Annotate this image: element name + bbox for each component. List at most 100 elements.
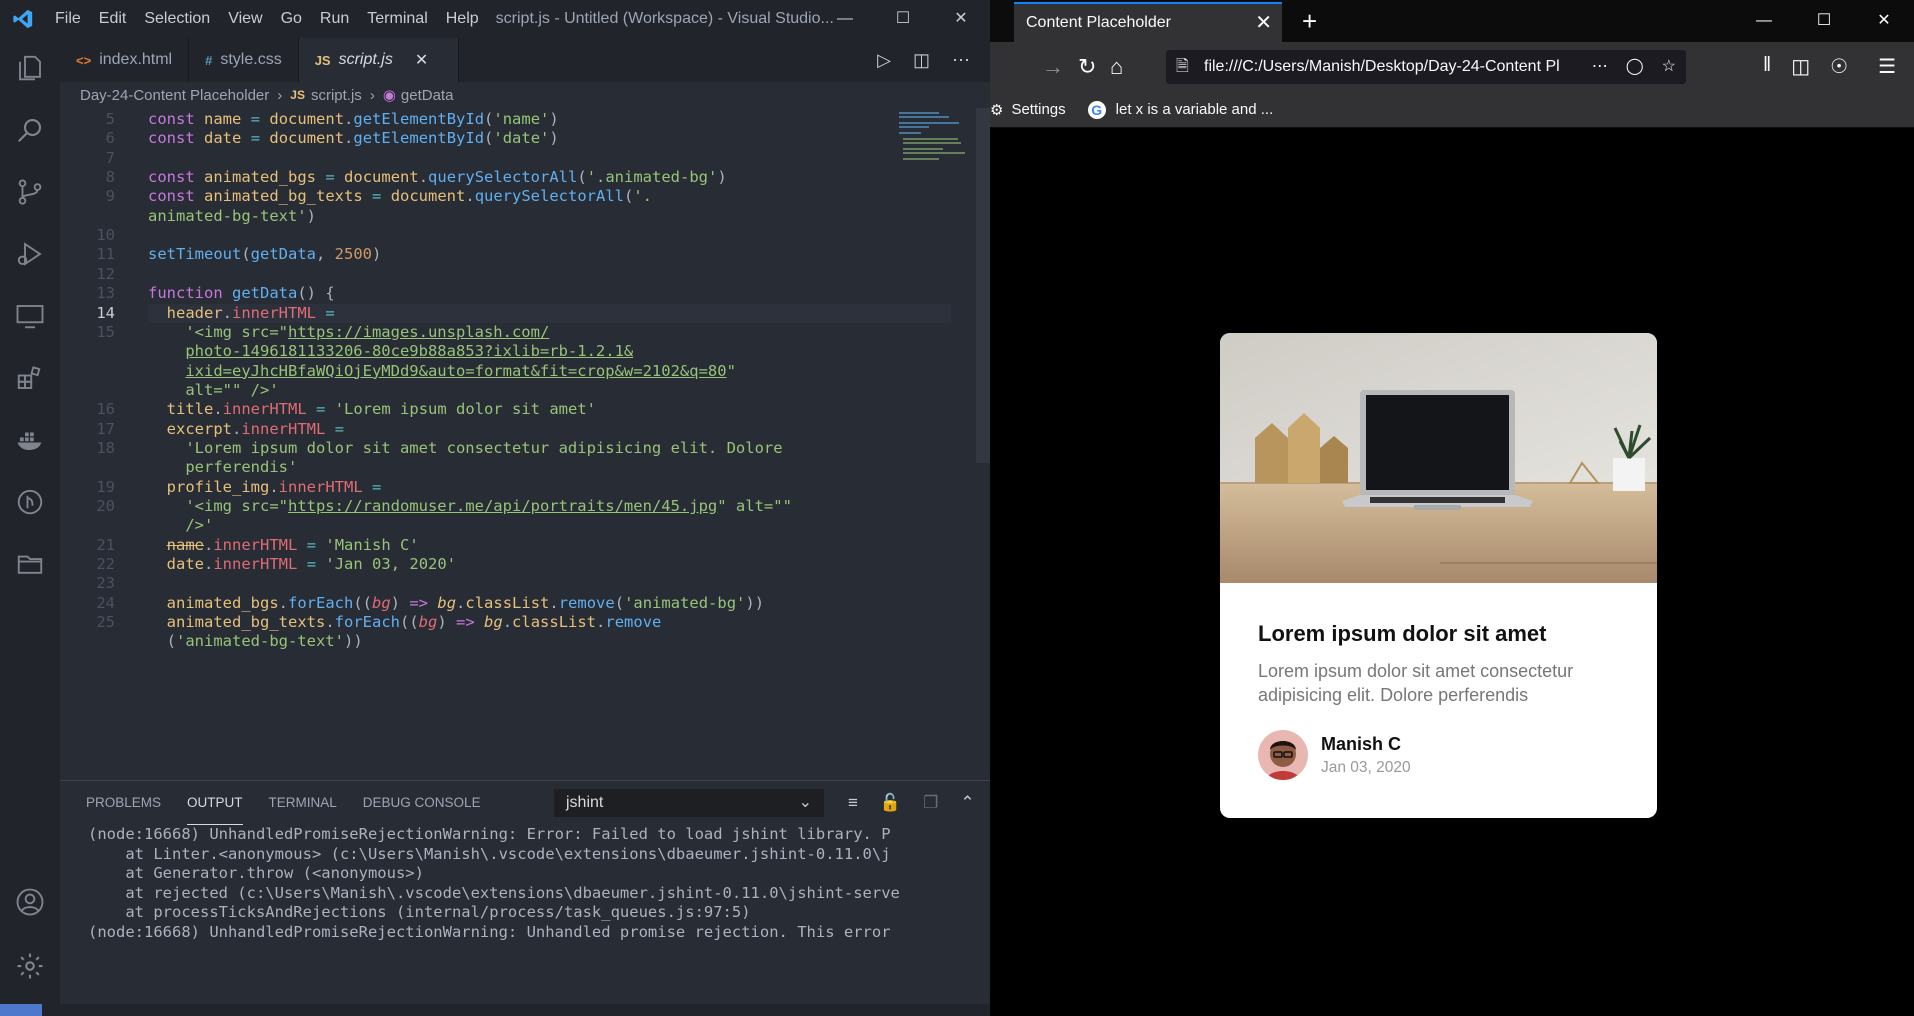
tab-style-css[interactable]: # style.css <box>189 38 299 82</box>
menu-run[interactable]: Run <box>311 0 358 38</box>
close-tab-icon[interactable]: ✕ <box>415 50 428 70</box>
line-number: 10 <box>96 226 115 245</box>
google-icon: G <box>1087 100 1106 119</box>
tab-output[interactable]: OUTPUT <box>187 781 243 825</box>
tab-label: style.css <box>220 51 282 68</box>
account-icon[interactable]: ☉ <box>1830 54 1848 79</box>
line-number: 13 <box>96 284 115 303</box>
breadcrumb-folder[interactable]: Day-24-Content Placeholder <box>80 87 269 104</box>
reload-icon[interactable]: ↻ <box>1078 54 1096 80</box>
address-bar[interactable]: 🗎 file:///C:/Users/Manish/Desktop/Day-24… <box>1166 50 1686 84</box>
run-icon[interactable]: ▷ <box>877 50 891 71</box>
menu-view[interactable]: View <box>219 0 271 38</box>
editor-scrollbar[interactable] <box>976 108 990 463</box>
tab-index-html[interactable]: <> index.html <box>60 38 190 82</box>
minimize-icon[interactable]: — <box>1734 0 1794 42</box>
avatar <box>1258 730 1308 780</box>
settings-gear-icon[interactable] <box>12 948 48 984</box>
editor-actions: ▷ ◫ ⋯ <box>877 38 970 82</box>
code-line: title.innerHTML = 'Lorem ipsum dolor sit… <box>166 400 597 419</box>
breadcrumb-file[interactable]: script.js <box>311 87 362 104</box>
line-number: 23 <box>96 574 115 593</box>
menu-help[interactable]: Help <box>437 0 488 38</box>
toolbar-right: ‖ ◫ ☉ ☰ <box>1763 54 1896 79</box>
menu-selection[interactable]: Selection <box>135 0 219 38</box>
close-tab-icon[interactable]: ✕ <box>1255 4 1272 42</box>
code-line: function getData() { <box>148 284 335 303</box>
source-control-icon[interactable] <box>12 174 48 210</box>
sidebar-icon[interactable]: ◫ <box>1791 54 1810 79</box>
content-card: Lorem ipsum dolor sit amet Lorem ipsum d… <box>1220 333 1657 818</box>
line-number: 8 <box>105 168 115 187</box>
forward-icon[interactable]: → <box>1042 54 1064 80</box>
bookmark-google[interactable]: G let x is a variable and ... <box>1087 100 1273 119</box>
maximize-icon[interactable]: ☐ <box>1794 0 1854 42</box>
extensions-icon[interactable] <box>12 360 48 396</box>
menu-bar: File Edit Selection View Go Run Terminal… <box>46 0 488 38</box>
code-line: excerpt.innerHTML = <box>166 419 345 438</box>
bookmark-star-icon[interactable]: ☆ <box>1662 50 1676 84</box>
split-editor-icon[interactable]: ◫ <box>913 50 930 71</box>
minimap[interactable] <box>895 108 975 178</box>
output-channel-select[interactable]: jshint ⌄ <box>554 789 824 817</box>
remote-explorer-icon[interactable] <box>12 298 48 334</box>
line-number: 16 <box>96 400 115 419</box>
menu-file[interactable]: File <box>46 0 90 38</box>
code-line: profile_img.innerHTML = <box>166 477 382 496</box>
card-author: Manish C Jan 03, 2020 <box>1258 730 1411 780</box>
remote-indicator[interactable] <box>0 1004 42 1016</box>
hamburger-menu-icon[interactable]: ☰ <box>1878 54 1896 79</box>
close-icon[interactable]: ✕ <box>1854 0 1914 42</box>
chevron-right-icon: › <box>277 86 283 104</box>
code-line: photo-1496181133206-80ce9b88a853?ixlib=r… <box>185 342 634 361</box>
search-icon[interactable] <box>12 112 48 148</box>
pocket-icon[interactable]: ◯ <box>1626 50 1644 84</box>
project-manager-icon[interactable] <box>12 546 48 582</box>
chevron-right-icon: › <box>369 86 375 104</box>
tab-terminal[interactable]: TERMINAL <box>269 781 337 825</box>
account-icon[interactable] <box>12 884 48 920</box>
run-debug-icon[interactable] <box>12 236 48 272</box>
code-line: const animated_bgs = document.querySelec… <box>148 168 727 187</box>
git-history-icon[interactable] <box>12 484 48 520</box>
home-icon[interactable]: ⌂ <box>1110 54 1123 80</box>
output-channel-value: jshint <box>566 794 604 811</box>
bookmark-settings[interactable]: ⚙ Settings <box>990 101 1066 119</box>
code-line: animated-bg-text') <box>148 206 316 225</box>
menu-go[interactable]: Go <box>272 0 311 38</box>
more-actions-icon[interactable]: ⋯ <box>952 50 970 71</box>
tab-label: script.js <box>338 51 393 68</box>
library-icon[interactable]: ‖ <box>1763 54 1771 79</box>
minimize-icon[interactable]: — <box>816 0 874 38</box>
code-line: header.innerHTML = <box>166 303 335 322</box>
card-body: Lorem ipsum dolor sit amet Lorem ipsum d… <box>1258 621 1638 707</box>
line-number: 18 <box>96 438 115 457</box>
page-actions-icon[interactable]: ⋯ <box>1592 50 1608 84</box>
maximize-panel-icon[interactable]: ⌃ <box>960 793 974 813</box>
new-tab-icon[interactable]: + <box>1302 0 1317 42</box>
explorer-icon[interactable] <box>12 50 48 86</box>
method-symbol-icon: ◉ <box>382 87 396 104</box>
code-line: setTimeout(getData, 2500) <box>148 245 382 264</box>
breadcrumb-symbol[interactable]: getData <box>401 87 454 104</box>
js-file-icon: JS <box>314 52 331 68</box>
tab-debug-console[interactable]: DEBUG CONSOLE <box>363 781 481 825</box>
code-line: const animated_bg_texts = document.query… <box>148 187 653 206</box>
menu-edit[interactable]: Edit <box>90 0 136 38</box>
menu-terminal[interactable]: Terminal <box>358 0 436 38</box>
open-log-icon[interactable]: ❐ <box>923 793 938 813</box>
browser-tab[interactable]: Content Placeholder ✕ <box>1014 2 1282 42</box>
activity-bar <box>0 38 60 1004</box>
code-editor[interactable]: 5 const name = document.getElementById('n… <box>60 108 975 780</box>
clear-output-icon[interactable]: ≡ <box>848 793 858 813</box>
author-info: Manish C Jan 03, 2020 <box>1321 734 1411 777</box>
tab-script-js[interactable]: JS script.js ✕ <box>298 38 459 82</box>
line-number: 15 <box>96 322 115 341</box>
lock-scroll-icon[interactable]: 🔓 <box>880 793 901 813</box>
page-icon: 🗎 <box>1176 58 1189 75</box>
maximize-icon[interactable]: ☐ <box>874 0 932 38</box>
tab-problems[interactable]: PROBLEMS <box>86 781 161 825</box>
close-icon[interactable]: ✕ <box>932 0 990 38</box>
vscode-window: File Edit Selection View Go Run Terminal… <box>0 0 990 1016</box>
docker-icon[interactable] <box>12 422 48 458</box>
